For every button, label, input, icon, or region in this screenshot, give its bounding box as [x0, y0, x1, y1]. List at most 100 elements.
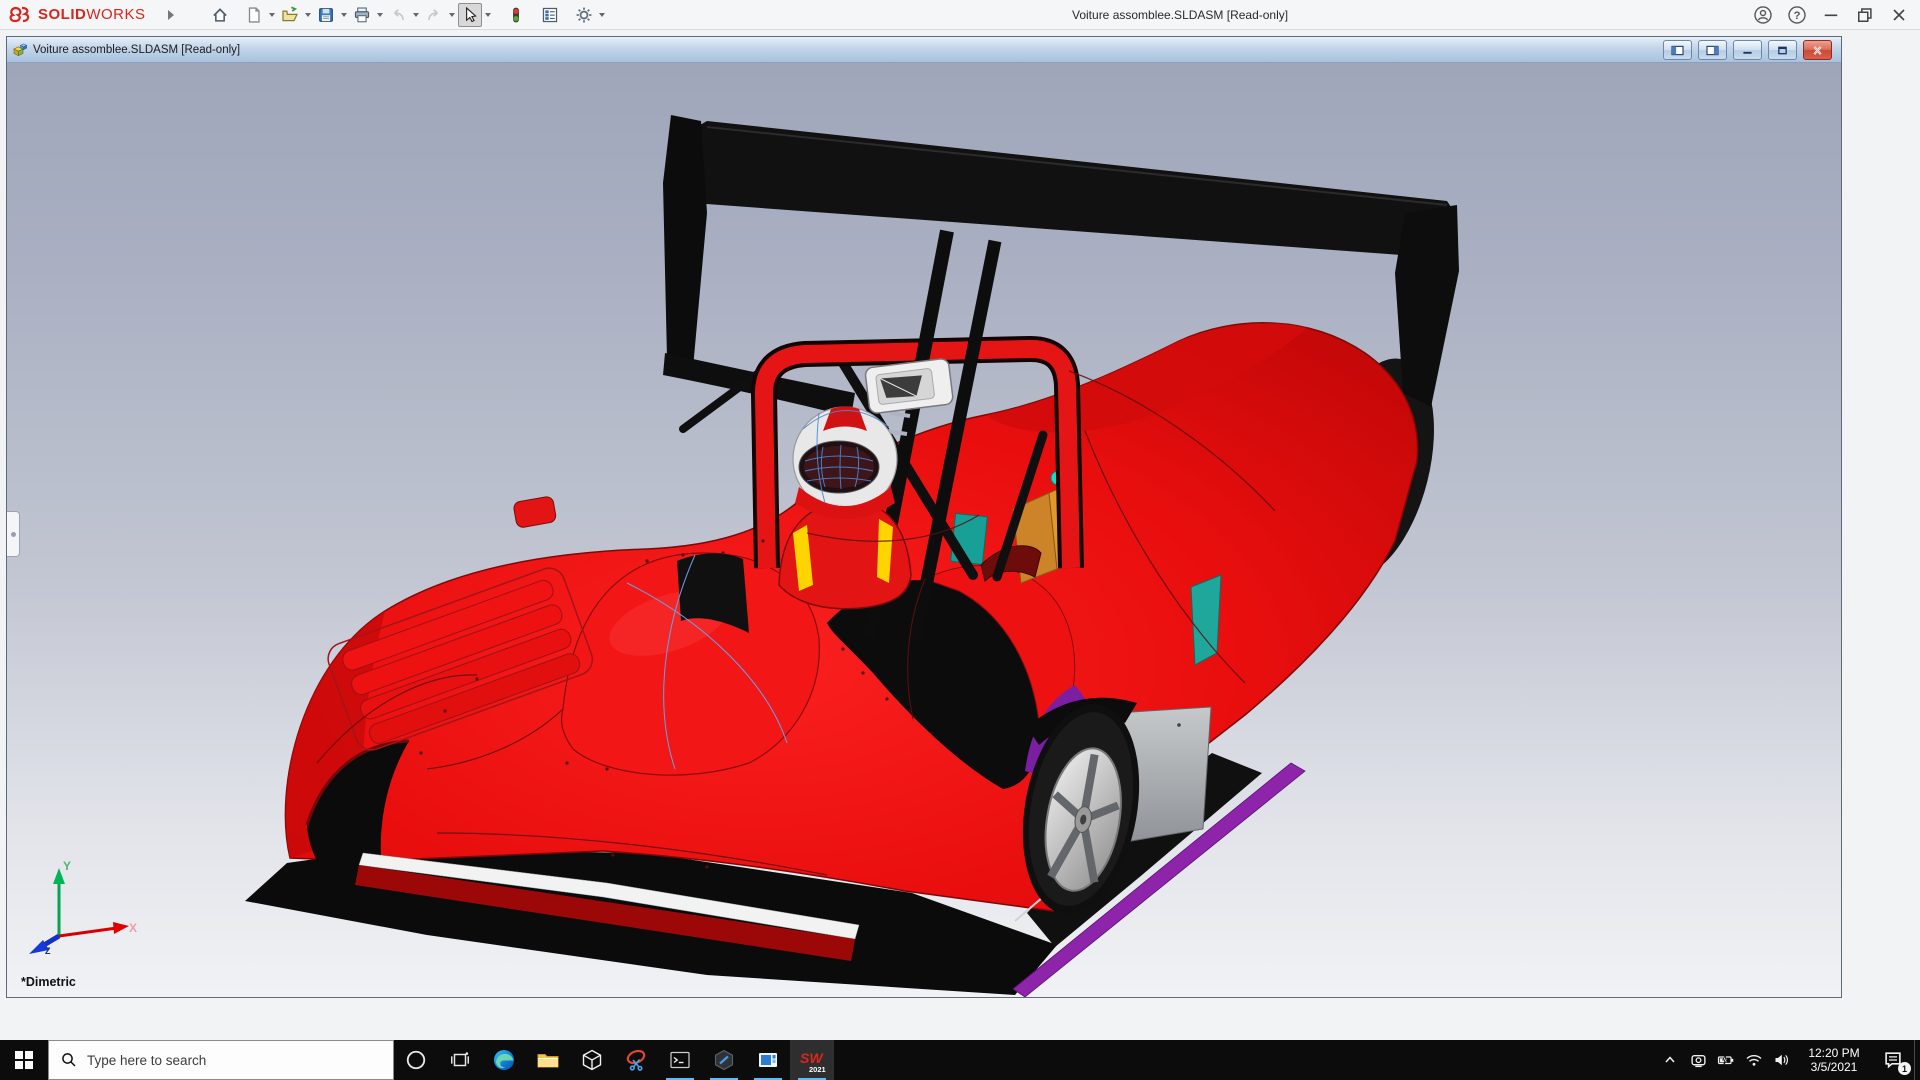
- action-center-button[interactable]: 1: [1872, 1040, 1914, 1080]
- 3d-viewer-button[interactable]: [570, 1040, 614, 1080]
- screen: SOLIDWORKS: [0, 0, 1920, 1080]
- svg-text:Z: Z: [45, 946, 51, 956]
- selection-toggle-button[interactable]: [504, 3, 528, 27]
- driver-helmet: [793, 407, 897, 520]
- taskbar-app-icons: SW 2021: [394, 1040, 834, 1080]
- doc-minimize-button[interactable]: [1733, 40, 1762, 60]
- hexagon-app-icon: [712, 1048, 736, 1072]
- cortana-button[interactable]: [394, 1040, 438, 1080]
- clock-date: 3/5/2021: [1796, 1060, 1872, 1074]
- svg-text:SW: SW: [800, 1050, 824, 1066]
- document-window-controls: [1657, 40, 1832, 60]
- solidworks-taskbar-button[interactable]: SW 2021: [790, 1040, 834, 1080]
- new-document-icon: [245, 6, 263, 24]
- dassault-logo-mark: [8, 5, 34, 25]
- options-button[interactable]: [572, 3, 596, 27]
- meet-now-button[interactable]: [1684, 1040, 1712, 1080]
- gear-icon: [575, 6, 593, 24]
- volume-button[interactable]: [1768, 1040, 1796, 1080]
- edge-icon: [492, 1048, 516, 1072]
- open-folder-icon: [281, 6, 299, 24]
- battery-button[interactable]: [1712, 1040, 1740, 1080]
- restore-button[interactable]: [1848, 1, 1882, 29]
- save-dropdown[interactable]: [338, 3, 350, 27]
- start-button[interactable]: [0, 1040, 48, 1080]
- quick-access-toolbar: [208, 3, 608, 27]
- save-icon: [317, 6, 335, 24]
- display-list-button[interactable]: [538, 3, 562, 27]
- minimize-button[interactable]: [1814, 1, 1848, 29]
- doc-restore-icon: [1775, 45, 1790, 56]
- taskbar-clock[interactable]: 12:20 PM 3/5/2021: [1796, 1046, 1872, 1074]
- redo-button[interactable]: [422, 3, 446, 27]
- traffic-light-icon: [507, 6, 525, 24]
- help-icon: ?: [1787, 5, 1807, 25]
- new-document-button[interactable]: [242, 3, 266, 27]
- document-titlebar[interactable]: Voiture assomblee.SLDASM [Read-only]: [7, 37, 1841, 63]
- new-document-dropdown[interactable]: [266, 3, 278, 27]
- svg-text:Y: Y: [63, 859, 71, 873]
- select-tool-dropdown[interactable]: [482, 3, 494, 27]
- show-desktop-button[interactable]: [1914, 1040, 1920, 1080]
- command-prompt-button[interactable]: [658, 1040, 702, 1080]
- battery-charging-icon: [1717, 1052, 1735, 1068]
- edge-button[interactable]: [482, 1040, 526, 1080]
- media-app-icon: [756, 1048, 780, 1072]
- redo-icon: [425, 6, 443, 24]
- doc-close-button[interactable]: [1803, 40, 1832, 60]
- task-view-button[interactable]: [438, 1040, 482, 1080]
- close-button[interactable]: [1882, 1, 1916, 29]
- select-tool-button[interactable]: [458, 3, 482, 27]
- select-cursor-icon: [461, 6, 479, 24]
- svg-text:?: ?: [1794, 10, 1801, 22]
- pane-left-toggle-button[interactable]: [1663, 40, 1692, 60]
- orientation-triad: Y X Z: [17, 856, 142, 971]
- taskbar: SW 2021: [0, 1040, 1920, 1080]
- panel-splitter-handle[interactable]: [7, 511, 20, 557]
- home-button[interactable]: [208, 3, 232, 27]
- doc-restore-button[interactable]: [1768, 40, 1797, 60]
- account-button[interactable]: [1746, 1, 1780, 29]
- open-dropdown[interactable]: [302, 3, 314, 27]
- options-dropdown[interactable]: [596, 3, 608, 27]
- undo-dropdown[interactable]: [410, 3, 422, 27]
- undo-button[interactable]: [386, 3, 410, 27]
- svg-text:X: X: [129, 921, 137, 935]
- view-orientation-label: *Dimetric: [21, 975, 76, 989]
- solidworks-logo: SOLIDWORKS: [8, 5, 146, 25]
- pane-right-toggle-button[interactable]: [1698, 40, 1727, 60]
- pane-right-icon: [1705, 45, 1720, 56]
- wifi-icon: [1745, 1052, 1763, 1068]
- home-icon: [211, 6, 229, 24]
- account-icon: [1753, 5, 1773, 25]
- chevron-up-icon: [1662, 1052, 1678, 1068]
- snipping-tool-button[interactable]: [614, 1040, 658, 1080]
- file-explorer-button[interactable]: [526, 1040, 570, 1080]
- window-controls: ?: [1746, 0, 1916, 30]
- network-button[interactable]: [1740, 1040, 1768, 1080]
- media-app-button[interactable]: [746, 1040, 790, 1080]
- redo-dropdown[interactable]: [446, 3, 458, 27]
- print-dropdown[interactable]: [374, 3, 386, 27]
- hexagon-app-button[interactable]: [702, 1040, 746, 1080]
- app-titlebar: SOLIDWORKS: [0, 0, 1920, 30]
- save-button[interactable]: [314, 3, 338, 27]
- system-tray: 12:20 PM 3/5/2021 1: [1656, 1040, 1920, 1080]
- restore-icon: [1855, 5, 1875, 25]
- search-input[interactable]: [87, 1053, 367, 1068]
- center-mirror: [865, 358, 954, 414]
- graphics-viewport[interactable]: Y X Z *Dimetric: [7, 63, 1841, 997]
- print-button[interactable]: [350, 3, 374, 27]
- cube-app-icon: [580, 1048, 604, 1072]
- open-button[interactable]: [278, 3, 302, 27]
- taskbar-search[interactable]: [48, 1040, 394, 1080]
- solidworks-app-icon: SW 2021: [798, 1046, 826, 1074]
- hidden-icons-button[interactable]: [1656, 1040, 1684, 1080]
- toolbar-flyout-arrow-icon[interactable]: [168, 10, 174, 20]
- windows-logo-icon: [15, 1051, 33, 1069]
- volume-icon: [1773, 1052, 1791, 1068]
- camera-icon: [1690, 1052, 1707, 1069]
- left-mirror: [513, 496, 557, 529]
- assembly-document-icon: [12, 42, 28, 58]
- help-button[interactable]: ?: [1780, 1, 1814, 29]
